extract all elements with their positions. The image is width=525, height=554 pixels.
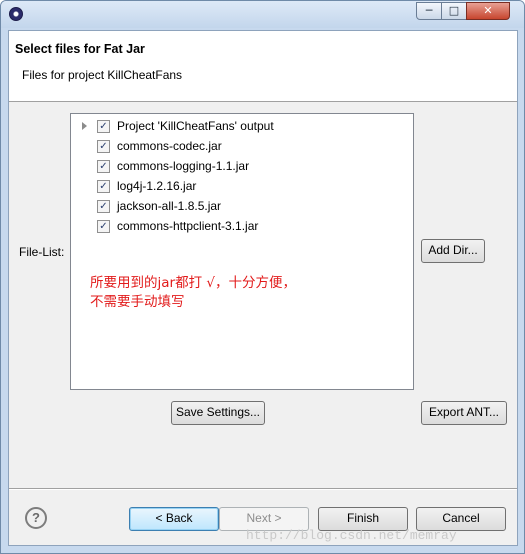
tree-item-label: commons-codec.jar bbox=[117, 139, 222, 153]
tree-item-commons-httpclient[interactable]: ✓ commons-httpclient-3.1.jar bbox=[71, 217, 411, 237]
add-dir-button[interactable]: Add Dir... bbox=[421, 239, 485, 263]
annotation-line-1: 所要用到的jar都打 √，十分方便， bbox=[90, 275, 296, 291]
checkbox[interactable]: ✓ bbox=[97, 200, 110, 213]
back-button[interactable]: < Back bbox=[129, 507, 219, 531]
minimize-button[interactable]: ─ bbox=[416, 2, 442, 20]
tree-item-label: commons-logging-1.1.jar bbox=[117, 159, 250, 173]
page-title: Select files for Fat Jar bbox=[15, 42, 145, 56]
tree-item-commons-logging[interactable]: ✓ commons-logging-1.1.jar bbox=[71, 157, 411, 177]
close-button[interactable]: ✕ bbox=[466, 2, 510, 20]
tree-item-jackson-all[interactable]: ✓ jackson-all-1.8.5.jar bbox=[71, 197, 411, 217]
checkbox[interactable]: ✓ bbox=[97, 140, 110, 153]
maximize-button[interactable]: □ bbox=[441, 2, 467, 20]
dialog-window: ─ □ ✕ Select files for Fat Jar Files for… bbox=[0, 0, 525, 554]
tree-item-label: commons-httpclient-3.1.jar bbox=[117, 219, 259, 233]
help-icon[interactable]: ? bbox=[25, 507, 47, 529]
export-ant-button[interactable]: Export ANT... bbox=[421, 401, 507, 425]
tree-item-label: log4j-1.2.16.jar bbox=[117, 179, 197, 193]
checkbox[interactable]: ✓ bbox=[97, 160, 110, 173]
eclipse-app-icon bbox=[9, 7, 23, 21]
page-description: Files for project KillCheatFans bbox=[22, 68, 183, 82]
wizard-header: Select files for Fat Jar Files for proje… bbox=[9, 31, 517, 102]
file-list-label: File-List: bbox=[19, 245, 65, 259]
tree-item-log4j[interactable]: ✓ log4j-1.2.16.jar bbox=[71, 177, 411, 197]
title-bar[interactable]: ─ □ ✕ bbox=[1, 1, 524, 28]
save-settings-button[interactable]: Save Settings... bbox=[171, 401, 265, 425]
footer-divider bbox=[9, 488, 517, 490]
checkbox[interactable]: ✓ bbox=[97, 120, 110, 133]
file-list-tree[interactable]: ✓ Project 'KillCheatFans' output ✓ commo… bbox=[70, 113, 414, 390]
dialog-client-area: Select files for Fat Jar Files for proje… bbox=[8, 30, 518, 546]
expand-arrow-icon[interactable] bbox=[82, 122, 87, 130]
annotation-line-2: 不需要手动填写 bbox=[90, 294, 185, 310]
tree-item-commons-codec[interactable]: ✓ commons-codec.jar bbox=[71, 137, 411, 157]
watermark-text: http://blog.csdn.net/memray bbox=[246, 528, 457, 543]
tree-item-project-output[interactable]: ✓ Project 'KillCheatFans' output bbox=[71, 117, 411, 137]
checkbox[interactable]: ✓ bbox=[97, 220, 110, 233]
checkbox[interactable]: ✓ bbox=[97, 180, 110, 193]
tree-item-label: jackson-all-1.8.5.jar bbox=[117, 199, 222, 213]
tree-item-label: Project 'KillCheatFans' output bbox=[117, 119, 274, 133]
red-annotation-text: 所要用到的jar都打 √，十分方便， 不需要手动填写 bbox=[90, 274, 296, 312]
